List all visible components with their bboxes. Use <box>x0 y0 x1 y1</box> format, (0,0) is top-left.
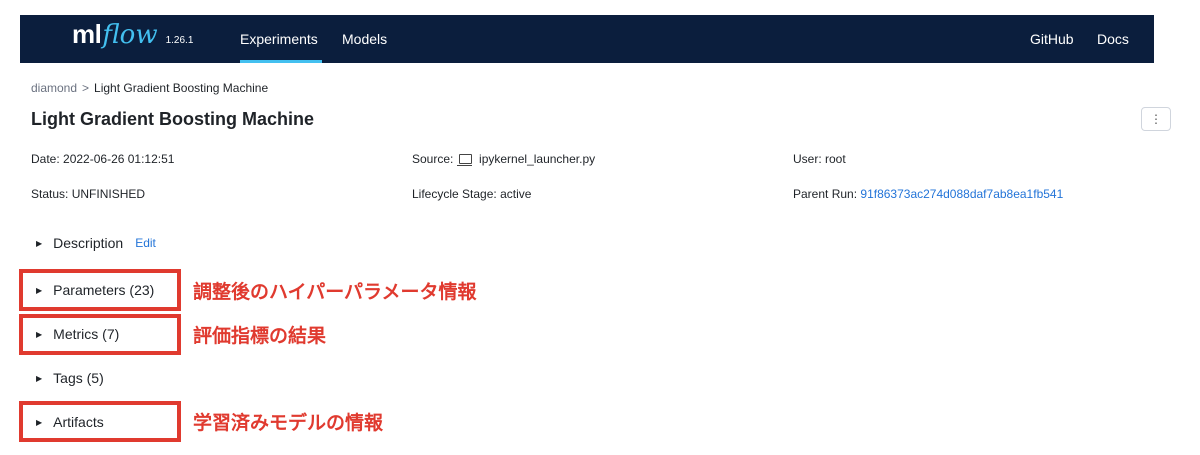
status-value: UNFINISHED <box>71 187 146 201</box>
logo-flow-text: flow <box>102 20 158 50</box>
caret-right-icon: ▶ <box>36 285 43 295</box>
parameters-label: Parameters (23) <box>53 282 155 298</box>
tags-label: Tags (5) <box>53 370 104 386</box>
meta-lifecycle: Lifecycle Stage: active <box>412 187 531 201</box>
nav-docs[interactable]: Docs <box>1097 15 1129 63</box>
date-label: Date: <box>31 152 60 166</box>
section-description[interactable]: ▶ Description Edit <box>36 235 156 251</box>
caret-right-icon: ▶ <box>36 238 43 248</box>
page-title: Light Gradient Boosting Machine <box>31 109 314 129</box>
parent-run-label: Parent Run: <box>793 187 858 201</box>
caret-right-icon: ▶ <box>36 417 43 427</box>
metrics-annotation: 評価指標の結果 <box>193 326 327 347</box>
section-parameters[interactable]: ▶ Parameters (23) <box>36 282 154 298</box>
user-value: root <box>825 152 846 166</box>
metrics-label: Metrics (7) <box>53 326 120 342</box>
user-label: User: <box>793 152 822 166</box>
section-artifacts[interactable]: ▶ Artifacts <box>36 414 104 430</box>
logo-ml-text: ml <box>72 19 102 49</box>
caret-right-icon: ▶ <box>36 373 43 383</box>
laptop-icon <box>456 154 472 166</box>
active-tab-indicator <box>240 60 322 63</box>
nav-models[interactable]: Models <box>342 15 387 63</box>
artifacts-annotation: 学習済みモデルの情報 <box>193 413 384 434</box>
source-value: ipykernel_launcher.py <box>479 152 596 166</box>
section-tags[interactable]: ▶ Tags (5) <box>36 370 104 386</box>
meta-status: Status: UNFINISHED <box>31 187 145 201</box>
parent-run-link[interactable]: 91f86373ac274d088daf7ab8ea1fb541 <box>860 187 1063 201</box>
mlflow-logo[interactable]: ml flow 1.26.1 <box>72 19 193 59</box>
edit-description-link[interactable]: Edit <box>135 236 156 250</box>
kebab-menu-icon: ⋮ <box>1150 112 1162 126</box>
parameters-annotation: 調整後のハイパーパラメータ情報 <box>193 282 477 303</box>
status-label: Status: <box>31 187 69 201</box>
lifecycle-label: Lifecycle Stage: <box>412 187 497 201</box>
meta-parent-run: Parent Run: 91f86373ac274d088daf7ab8ea1f… <box>793 187 1063 201</box>
lifecycle-value: active <box>500 187 532 201</box>
meta-user: User: root <box>793 152 846 166</box>
more-options-button[interactable]: ⋮ <box>1141 107 1171 131</box>
nav-github[interactable]: GitHub <box>1030 15 1074 63</box>
source-label: Source: <box>412 152 454 166</box>
breadcrumb-current: Light Gradient Boosting Machine <box>94 81 269 95</box>
artifacts-label: Artifacts <box>53 414 104 430</box>
breadcrumb: diamond > Light Gradient Boosting Machine <box>31 81 268 95</box>
meta-source: Source: ipykernel_launcher.py <box>412 152 595 166</box>
version-label: 1.26.1 <box>165 35 194 46</box>
section-metrics[interactable]: ▶ Metrics (7) <box>36 326 119 342</box>
breadcrumb-parent[interactable]: diamond <box>31 81 77 95</box>
meta-date: Date: 2022-06-26 01:12:51 <box>31 152 174 166</box>
breadcrumb-separator: > <box>82 81 90 95</box>
caret-right-icon: ▶ <box>36 329 43 339</box>
date-value: 2022-06-26 01:12:51 <box>63 152 175 166</box>
nav-experiments[interactable]: Experiments <box>240 15 318 63</box>
description-label: Description <box>53 235 124 251</box>
top-navbar: ml flow 1.26.1 Experiments Models GitHub… <box>20 15 1154 63</box>
